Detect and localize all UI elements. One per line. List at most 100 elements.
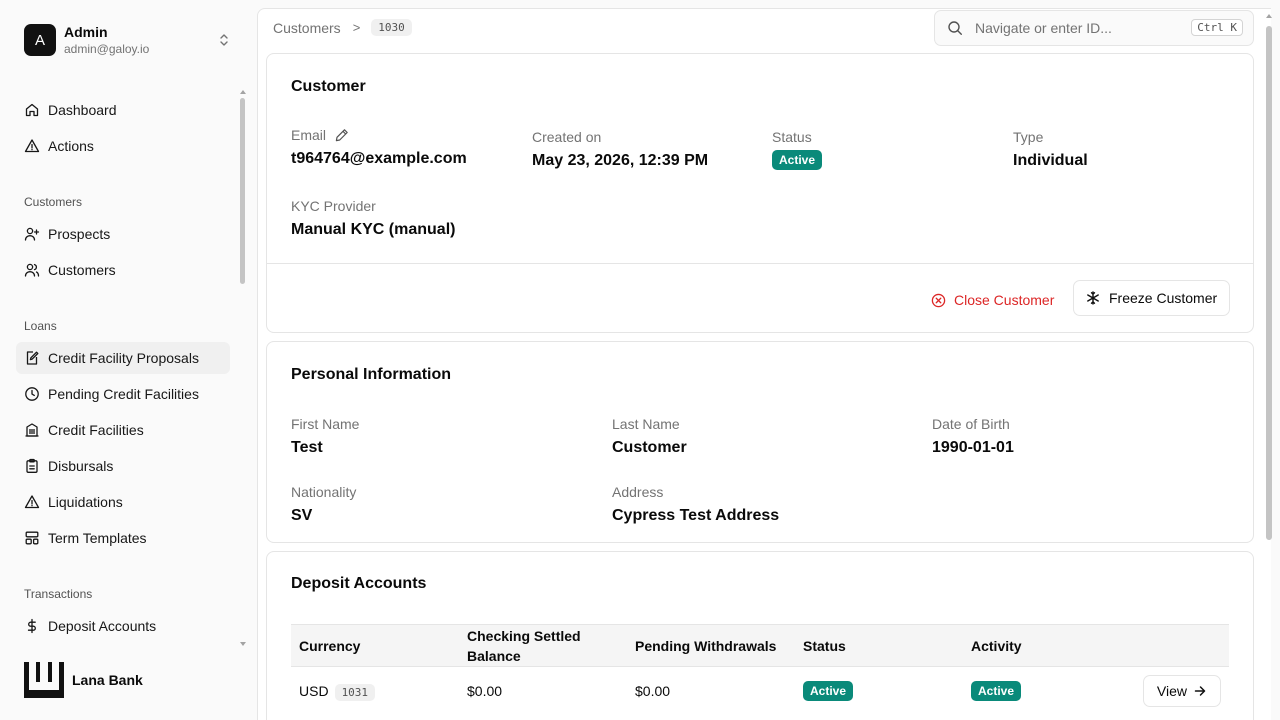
alert-triangle-icon [24,139,40,153]
deposit-accounts-table: Currency Checking Settled Balance Pendin… [291,624,1229,715]
first-name-value: Test [291,439,323,456]
sidebar-item-dashboard[interactable]: Dashboard [16,94,230,126]
column-header [1131,624,1229,667]
avatar: A [24,24,56,56]
close-customer-label: Close Customer [954,292,1055,308]
table-row: USD 1031 $0.00 $0.00 Active Active View [291,666,1229,715]
status-badge: Active [772,150,823,170]
sidebar-item-disbursals[interactable]: Disbursals [16,450,230,482]
sidebar-item-label: Dashboard [48,102,117,118]
sidebar-item-customers[interactable]: Customers [16,254,230,286]
user-switcher[interactable]: A Admin admin@galoy.io [24,23,236,57]
scroll-up-arrow[interactable] [1266,14,1272,18]
home-icon [25,103,39,117]
column-header: Checking Settled Balance [459,624,627,667]
created-label: Created on [532,129,602,145]
sidebar-item-label: Prospects [48,226,111,242]
address-field: Address Cypress Test Address [612,483,779,527]
breadcrumb-customers[interactable]: Customers [273,20,341,36]
scroll-thumb[interactable] [1266,26,1272,540]
sidebar-item-label: Disbursals [48,458,114,474]
user-plus-icon [24,227,40,241]
type-label: Type [1013,129,1044,145]
sidebar-scrollbar[interactable] [240,90,246,650]
address-value: Cypress Test Address [612,507,780,524]
scroll-thumb[interactable] [240,98,245,284]
sidebar-item-credit-facilities[interactable]: Credit Facilities [16,414,230,446]
breadcrumb-id-badge: 1030 [371,19,412,36]
main-content: Customers > 1030 Ctrl K Customer Email t… [257,8,1271,720]
divider [267,263,1253,264]
last-name-label: Last Name [612,416,680,432]
created-field: Created on May 23, 2026, 12:39 PM [532,128,708,172]
brand: Lana Bank [24,662,143,698]
layout-icon [25,531,39,545]
personal-info-title: Personal Information [291,366,452,383]
activity-badge: Active [971,680,1022,701]
dob-value: 1990-01-01 [932,439,1014,456]
column-header: Activity [963,624,1131,667]
sidebar-item-actions[interactable]: Actions [16,130,230,162]
clipboard-icon [26,458,38,473]
sidebar-item-label: Liquidations [48,494,123,510]
sidebar-item-prospects[interactable]: Prospects [16,218,230,250]
sidebar-item-label: Term Templates [48,530,147,546]
breadcrumb: Customers > 1030 [273,19,412,36]
brand-name: Lana Bank [72,672,143,688]
deposit-accounts-title: Deposit Accounts [291,575,427,592]
personal-info-card: Personal Information First Name Test Las… [266,341,1254,543]
sidebar-item-label: Deposit Accounts [48,618,157,634]
page-scrollbar[interactable] [1262,8,1280,720]
column-header: Currency [291,624,459,667]
scroll-down-arrow[interactable] [240,642,246,646]
arrow-right-icon [1194,686,1206,696]
sidebar-item-liquidations[interactable]: Liquidations [16,486,230,518]
sidebar-item-label: Credit Facilities [48,422,144,438]
nationality-field: Nationality SV [291,483,356,527]
pencil-icon[interactable] [335,128,349,142]
last-name-value: Customer [612,439,687,456]
view-button[interactable]: View [1142,674,1221,707]
shortcut-hint: Ctrl K [1191,19,1243,36]
type-value: Individual [1013,152,1088,169]
sidebar-item-pending-credit-facilities[interactable]: Pending Credit Facilities [16,378,230,410]
kyc-label: KYC Provider [291,198,376,214]
search-input[interactable] [975,20,1175,36]
status-label: Status [772,129,812,145]
column-header: Status [795,624,963,667]
pending-withdrawals-cell: $0.00 [627,666,795,715]
freeze-customer-button[interactable]: Freeze Customer [1073,280,1231,316]
account-id-badge: 1031 [334,683,376,701]
first-name-label: First Name [291,416,360,432]
freeze-customer-label: Freeze Customer [1109,290,1218,306]
deposit-accounts-card: Deposit Accounts Currency Checking Settl… [266,551,1254,720]
scroll-up-arrow[interactable] [240,90,246,94]
nationality-label: Nationality [291,484,357,500]
table-header-row: Currency Checking Settled Balance Pendin… [291,624,1229,667]
sidebar-item-label: Actions [48,138,94,154]
nav-group-transactions: Transactions [24,587,93,601]
email-field: Email t964764@example.com [291,126,467,170]
nav-group-customers: Customers [24,195,83,209]
sidebar-item-credit-facility-proposals[interactable]: Credit Facility Proposals [16,342,230,374]
customer-card: Customer Email t964764@example.com Creat… [266,53,1254,333]
kyc-value: Manual KYC (manual) [291,221,456,238]
chevrons-up-down-icon [220,34,228,46]
dob-label: Date of Birth [932,416,1010,432]
column-header: Pending Withdrawals [627,624,795,667]
search-box[interactable]: Ctrl K [934,10,1254,46]
dob-field: Date of Birth 1990-01-01 [932,415,1014,459]
snowflake-icon [1087,291,1099,305]
sidebar-item-term-templates[interactable]: Term Templates [16,522,230,554]
user-email: admin@galoy.io [64,41,150,56]
customer-card-title: Customer [291,78,366,95]
view-label: View [1156,682,1187,699]
currency-value: USD [299,682,329,699]
sidebar-item-label: Credit Facility Proposals [48,350,199,366]
sidebar-item-deposit-accounts[interactable]: Deposit Accounts [16,610,230,642]
sidebar: A Admin admin@galoy.io Dashboard Actions… [0,0,257,720]
close-customer-button[interactable]: Close Customer [931,283,1054,317]
email-label: Email [291,127,327,143]
email-value: t964764@example.com [291,150,467,167]
address-label: Address [612,484,664,500]
